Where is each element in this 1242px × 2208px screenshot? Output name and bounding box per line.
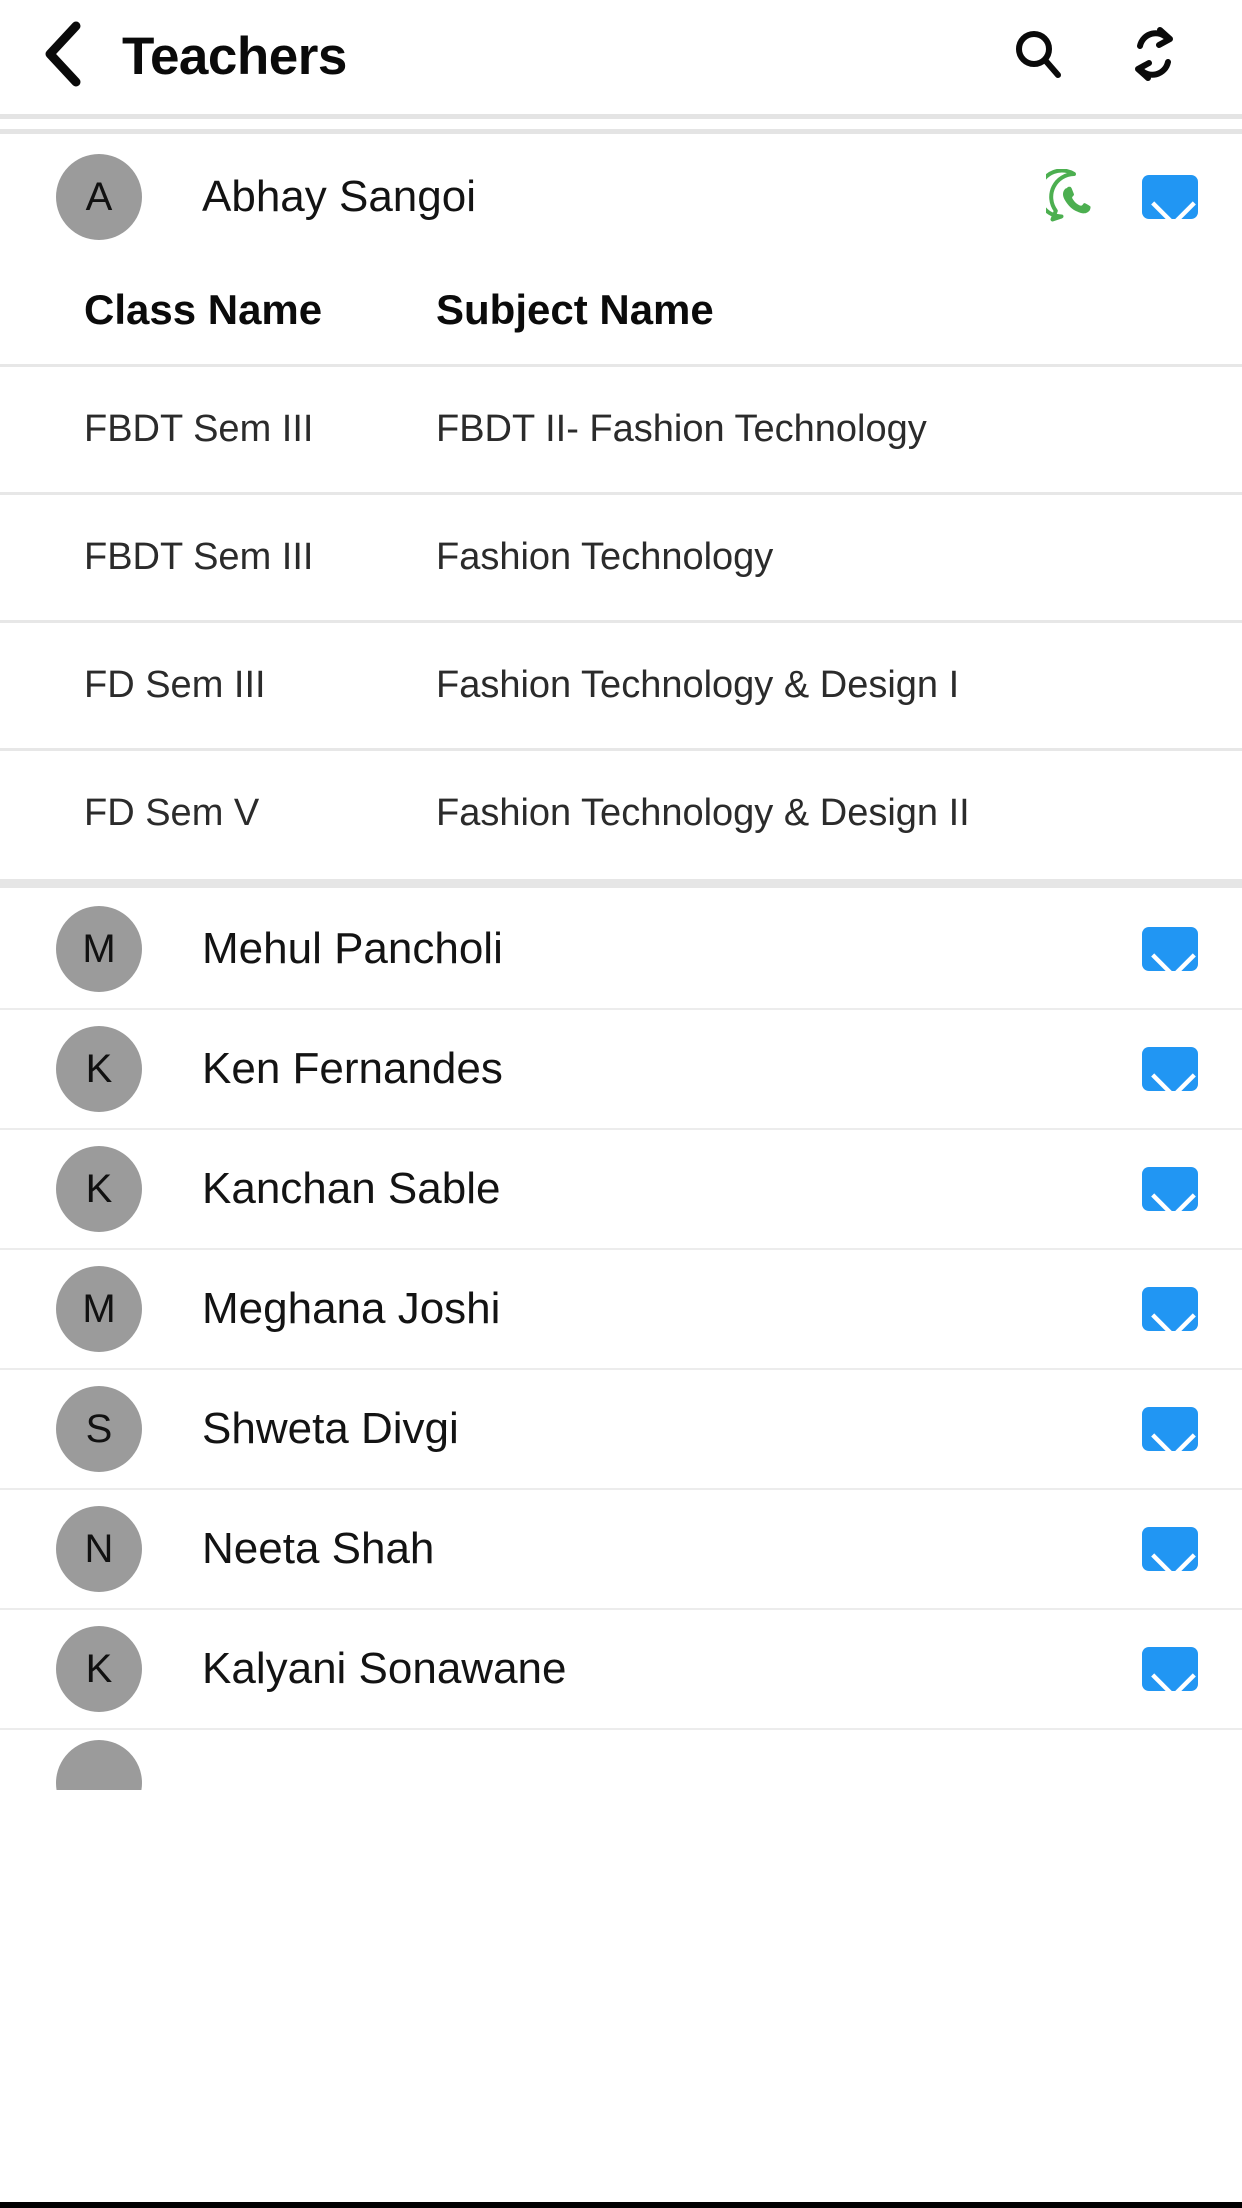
cell-class-name: FD Sem III [84,664,266,706]
mail-button[interactable] [1142,1167,1198,1211]
mail-button[interactable] [1142,927,1198,971]
teacher-name: Mehul Pancholi [202,924,503,973]
search-button[interactable] [1010,28,1066,84]
section-divider [0,876,1242,890]
teacher-row-actions [1036,168,1198,225]
cell-class-name: FBDT Sem III [84,536,314,578]
column-header-class-name: Class Name [84,286,323,333]
teacher-list: M Mehul Pancholi K Ken Fernandes K Kanch… [0,890,1242,1790]
mail-button[interactable] [1142,1647,1198,1691]
avatar-initial: M [82,926,116,971]
column-header-subject-name: Subject Name [436,286,714,333]
avatar: K [56,1026,142,1112]
mail-button[interactable] [1142,1407,1198,1451]
avatar-initial: K [85,1166,113,1211]
teacher-name: Kalyani Sonawane [202,1644,567,1693]
avatar-initial: S [85,1406,113,1451]
avatar: A [56,154,142,240]
whatsapp-icon [1036,168,1102,229]
mail-button[interactable] [1142,1287,1198,1331]
avatar: K [56,1146,142,1232]
avatar [56,1740,142,1790]
table-header-row: Class Name Subject Name [0,256,1242,364]
table-row: FBDT Sem III FBDT II- Fashion Technology [0,364,1242,492]
avatar-initial: K [85,1046,113,1091]
chevron-left-icon [40,21,86,92]
teacher-row-actions [1142,1527,1198,1571]
mail-button[interactable] [1142,175,1198,219]
teacher-list-item[interactable]: M Meghana Joshi [0,1250,1242,1368]
teacher-name: Neeta Shah [202,1524,435,1573]
teacher-list-item[interactable]: K Ken Fernandes [0,1010,1242,1128]
refresh-sync-icon [1127,26,1181,87]
cell-subject-name: Fashion Technology [436,536,774,578]
whatsapp-button[interactable] [1036,168,1102,225]
avatar: S [56,1386,142,1472]
teacher-list-item[interactable]: M Mehul Pancholi [0,890,1242,1008]
cell-subject-name: Fashion Technology & Design I [436,664,960,706]
table-row: FD Sem III Fashion Technology & Design I [0,620,1242,748]
teacher-row-actions [1142,927,1198,971]
teacher-name: Kanchan Sable [202,1164,501,1213]
avatar: N [56,1506,142,1592]
teacher-list-item[interactable]: K Kanchan Sable [0,1130,1242,1248]
bottom-edge [0,2202,1242,2208]
header-actions [1010,26,1206,87]
header-divider [0,112,1242,138]
teacher-name: Ken Fernandes [202,1044,503,1093]
avatar: K [56,1626,142,1712]
teacher-row-expanded[interactable]: A Abhay Sangoi [0,138,1242,256]
app-header: Teachers [0,0,1242,112]
avatar: M [56,1266,142,1352]
teacher-row-actions [1142,1647,1198,1691]
teacher-list-item[interactable]: K Kalyani Sonawane [0,1610,1242,1728]
mail-button[interactable] [1142,1527,1198,1571]
teacher-name: Shweta Divgi [202,1404,459,1453]
teacher-name: Meghana Joshi [202,1284,501,1333]
avatar-initial: M [82,1286,116,1331]
avatar: M [56,906,142,992]
teacher-row-actions [1142,1167,1198,1211]
teacher-list-item[interactable]: S Shweta Divgi [0,1370,1242,1488]
avatar-initial: A [85,174,113,219]
teacher-list-item-partial[interactable] [0,1730,1242,1790]
page-title: Teachers [122,26,347,86]
teacher-list-item[interactable]: N Neeta Shah [0,1490,1242,1608]
cell-subject-name: Fashion Technology & Design II [436,792,970,834]
avatar-initial: K [85,1646,113,1691]
table-row: FD Sem V Fashion Technology & Design II [0,748,1242,876]
teacher-classes-table: Class Name Subject Name FBDT Sem III FBD… [0,256,1242,876]
table-row: FBDT Sem III Fashion Technology [0,492,1242,620]
cell-subject-name: FBDT II- Fashion Technology [436,408,927,450]
teacher-row-actions [1142,1047,1198,1091]
cell-class-name: FD Sem V [84,792,260,834]
avatar-initial: N [84,1526,114,1571]
back-button[interactable] [40,21,100,91]
refresh-button[interactable] [1126,26,1182,87]
teacher-name: Abhay Sangoi [202,172,476,221]
teacher-row-actions [1142,1287,1198,1331]
teachers-screen: Teachers A Abhay Sangoi Class Name Subje… [0,0,1242,2208]
mail-button[interactable] [1142,1047,1198,1091]
teacher-row-actions [1142,1407,1198,1451]
search-icon [1011,27,1065,86]
cell-class-name: FBDT Sem III [84,408,314,450]
